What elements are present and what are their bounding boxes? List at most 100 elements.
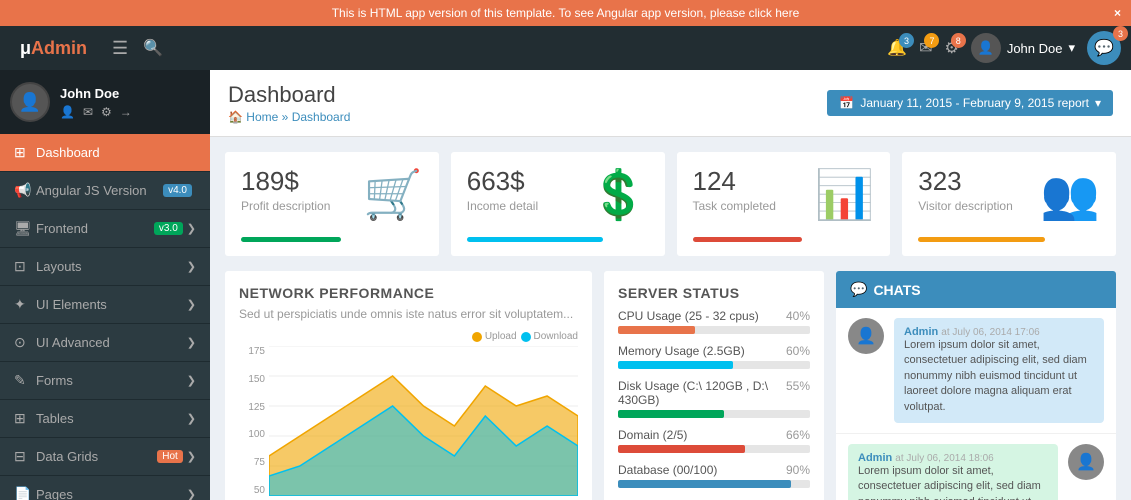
sidebar-item-tables[interactable]: ⊞ Tables ❯ <box>0 400 210 438</box>
sidebar-user-info: John Doe 👤 ✉ ⚙ → <box>60 86 200 119</box>
frontend-badge: v3.0 <box>154 222 183 235</box>
pages-arrow: ❯ <box>187 488 196 500</box>
stat-card-profit: 189$ Profit description 🛒 <box>225 152 439 256</box>
banner-close[interactable]: × <box>1114 6 1121 20</box>
server-title: SERVER STATUS <box>618 285 810 301</box>
chat-avatar-1: 👤 <box>1068 444 1104 480</box>
search-button[interactable]: 🔍 <box>143 38 163 58</box>
sidebar-item-forms[interactable]: ✎ Forms ❯ <box>0 362 210 400</box>
tables-icon: ⊞ <box>14 410 36 427</box>
angular-icon: 📢 <box>14 182 36 199</box>
db-bar <box>618 480 791 488</box>
tables-arrow: ❯ <box>187 412 196 425</box>
ui-elements-arrow: ❯ <box>187 298 196 311</box>
layouts-arrow: ❯ <box>187 260 196 273</box>
sidebar-item-dashboard[interactable]: ⊞ Dashboard <box>0 134 210 172</box>
data-grids-icon: ⊟ <box>14 448 36 465</box>
sidebar-user-icons: 👤 ✉ ⚙ → <box>60 105 200 119</box>
ui-advanced-arrow: ❯ <box>187 336 196 349</box>
sidebar-item-layouts[interactable]: ⊡ Layouts ❯ <box>0 248 210 286</box>
bottom-section: NETWORK PERFORMANCE Sed ut perspiciatis … <box>225 271 1116 500</box>
chat-bubble-1: Admin at July 06, 2014 18:06 Lorem ipsum… <box>848 444 1058 500</box>
chats-title: CHATS <box>873 282 920 298</box>
forms-arrow: ❯ <box>187 374 196 387</box>
sidebar-label-dashboard: Dashboard <box>36 145 196 160</box>
server-panel: SERVER STATUS CPU Usage (25 - 32 cpus) 4… <box>604 271 824 500</box>
user-email-icon[interactable]: ✉ <box>83 105 93 119</box>
sidebar-item-angular[interactable]: 📢 Angular JS Version v4.0 <box>0 172 210 210</box>
domain-pct: 66% <box>786 428 810 442</box>
chat-text-1: Lorem ipsum dolor sit amet, consectetuer… <box>858 464 1048 500</box>
notification-bell[interactable]: 🔔 3 <box>887 38 907 58</box>
notification-mail[interactable]: ✉ 7 <box>919 38 932 58</box>
sidebar-item-pages[interactable]: 📄 Pages ❯ <box>0 476 210 500</box>
sidebar-label-pages: Pages <box>36 487 187 500</box>
chat-avatar-top[interactable]: 💬 3 <box>1087 31 1121 65</box>
domain-label: Domain (2/5) <box>618 428 687 442</box>
sidebar-item-ui-elements[interactable]: ✦ UI Elements ❯ <box>0 286 210 324</box>
sidebar-item-data-grids[interactable]: ⊟ Data Grids Hot ❯ <box>0 438 210 476</box>
date-range-button[interactable]: 📅 January 11, 2015 - February 9, 2015 re… <box>827 90 1113 116</box>
network-subtitle: Sed ut perspiciatis unde omnis iste natu… <box>239 307 578 321</box>
stat-visitors-label: Visitor description <box>918 199 1013 213</box>
sidebar-item-ui-advanced[interactable]: ⊙ UI Advanced ❯ <box>0 324 210 362</box>
network-chart: Upload Download 175 150 125 100 75 <box>239 331 578 500</box>
chat-message-1: Admin at July 06, 2014 18:06 Lorem ipsum… <box>836 434 1116 500</box>
download-legend: Download <box>534 331 578 342</box>
db-label: Database (00/100) <box>618 463 717 477</box>
cpu-bar <box>618 326 695 334</box>
user-menu[interactable]: 👤 John Doe ▾ <box>971 33 1075 63</box>
content-area: 189$ Profit description 🛒 663$ <box>210 137 1131 500</box>
notification-gear[interactable]: ⚙ 8 <box>944 38 958 58</box>
stat-profit-label: Profit description <box>241 199 330 213</box>
memory-bar <box>618 361 733 369</box>
chats-panel: 💬 CHATS 👤 Admin at July 06, 2014 17:06 L… <box>836 271 1116 500</box>
y-75: 75 <box>239 457 265 468</box>
server-stat-domain: Domain (2/5) 66% <box>618 428 810 453</box>
data-grids-arrow: ❯ <box>187 450 196 463</box>
user-name: John Doe <box>1007 41 1063 56</box>
db-pct: 90% <box>786 463 810 477</box>
breadcrumb-home[interactable]: Home <box>246 110 278 124</box>
hamburger-button[interactable]: ☰ <box>112 38 128 59</box>
chats-header: 💬 CHATS <box>836 271 1116 308</box>
user-settings-icon[interactable]: ⚙ <box>101 105 112 119</box>
chat-author-1: Admin <box>858 452 892 464</box>
sidebar-user: 👤 John Doe 👤 ✉ ⚙ → <box>0 70 210 134</box>
stat-tasks-label: Task completed <box>693 199 776 213</box>
network-title: NETWORK PERFORMANCE <box>239 285 578 301</box>
y-100: 100 <box>239 429 265 440</box>
sidebar-label-angular: Angular JS Version <box>36 183 163 198</box>
y-50: 50 <box>239 485 265 496</box>
top-bar: μAdmin ☰ 🔍 🔔 3 ✉ 7 ⚙ 8 👤 John Doe ▾ <box>0 26 1131 70</box>
server-stat-memory: Memory Usage (2.5GB) 60% <box>618 344 810 369</box>
top-banner: This is HTML app version of this templat… <box>0 0 1131 26</box>
mail-badge: 7 <box>924 33 939 48</box>
page-header-left: Dashboard 🏠 Home » Dashboard <box>228 82 350 124</box>
layouts-icon: ⊡ <box>14 258 36 275</box>
gear-badge: 8 <box>951 33 966 48</box>
banner-text: This is HTML app version of this templat… <box>332 6 800 20</box>
user-profile-icon[interactable]: 👤 <box>60 105 75 119</box>
ui-advanced-icon: ⊙ <box>14 334 36 351</box>
ui-elements-icon: ✦ <box>14 296 36 313</box>
chat-message-0: 👤 Admin at July 06, 2014 17:06 Lorem ips… <box>836 308 1116 434</box>
date-range-text: January 11, 2015 - February 9, 2015 repo… <box>860 96 1089 110</box>
stat-income-value: 663$ <box>467 166 538 197</box>
user-logout-icon[interactable]: → <box>120 105 132 119</box>
calendar-icon: 📅 <box>839 96 854 110</box>
chat-bubble-0: Admin at July 06, 2014 17:06 Lorem ipsum… <box>894 318 1104 423</box>
server-stat-cpu: CPU Usage (25 - 32 cpus) 40% <box>618 309 810 334</box>
topbar-right: 🔔 3 ✉ 7 ⚙ 8 👤 John Doe ▾ 💬 3 <box>887 31 1121 65</box>
domain-bar <box>618 445 745 453</box>
sidebar-item-frontend[interactable]: 🖥 Frontend v3.0 ❯ <box>0 210 210 248</box>
breadcrumb-sep: » <box>282 110 289 124</box>
user-avatar: 👤 <box>971 33 1001 63</box>
stat-income-progress <box>467 237 603 242</box>
stat-profit-value: 189$ <box>241 166 330 197</box>
date-range-arrow: ▾ <box>1095 96 1101 110</box>
memory-pct: 60% <box>786 344 810 358</box>
disk-pct: 55% <box>786 379 810 407</box>
network-panel: NETWORK PERFORMANCE Sed ut perspiciatis … <box>225 271 592 500</box>
chat-avatar-0: 👤 <box>848 318 884 354</box>
